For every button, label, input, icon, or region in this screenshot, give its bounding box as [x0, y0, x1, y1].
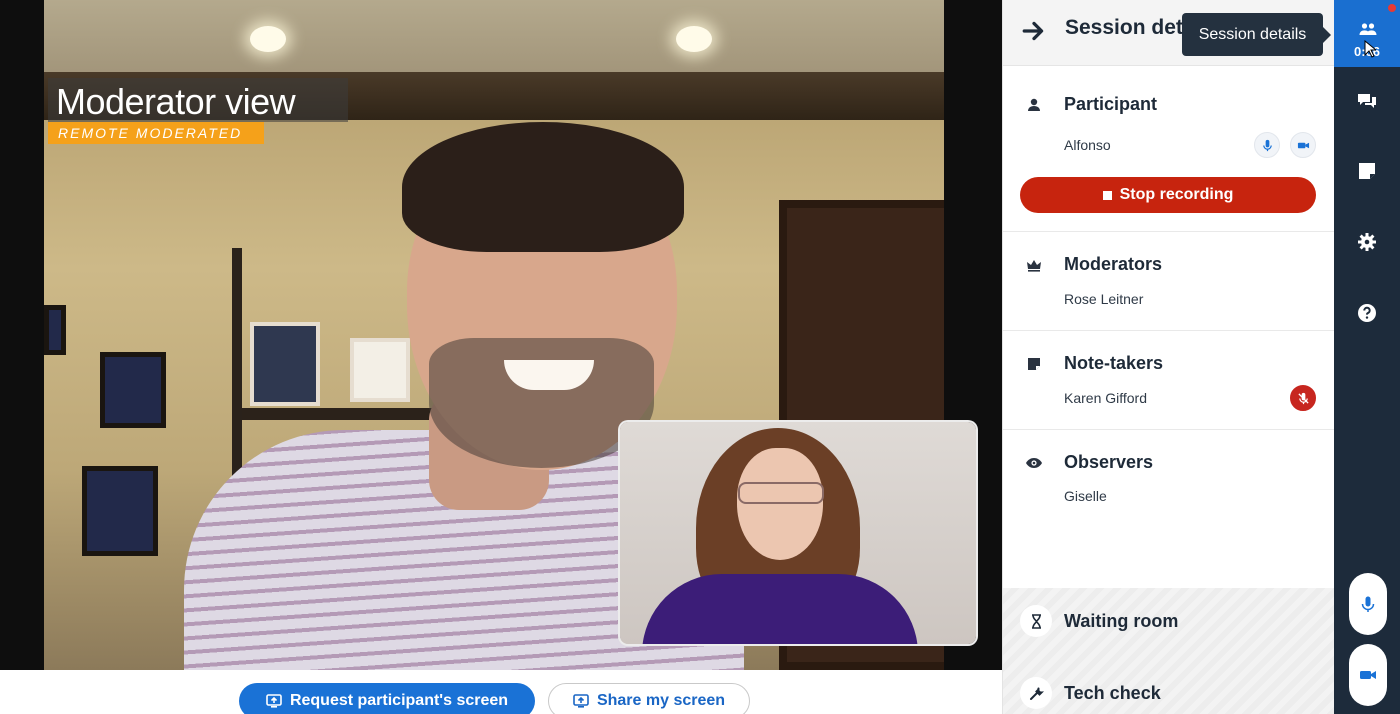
- screen-share-icon: [573, 694, 589, 708]
- pip-glasses: [738, 482, 824, 504]
- pip-face: [737, 448, 823, 560]
- tech-check-item[interactable]: Tech check: [1003, 667, 1335, 714]
- camera-toggle-button[interactable]: [1349, 644, 1387, 706]
- panel-secondary-links: Waiting room Tech check: [1003, 588, 1335, 714]
- note-icon: [1028, 358, 1040, 370]
- note-taker-mic-muted-button[interactable]: [1290, 385, 1316, 411]
- participant-title: Participant: [1064, 94, 1158, 114]
- wall-plaque: [44, 305, 66, 355]
- arrow-right-icon[interactable]: [1021, 18, 1047, 44]
- note-takers-title: Note-takers: [1064, 353, 1164, 373]
- observer-name: Giselle: [1064, 488, 1107, 504]
- participant-section: Participant Alfonso Stop recording: [1003, 66, 1335, 232]
- ceiling-light: [250, 26, 286, 52]
- waiting-room-label: Waiting room: [1064, 611, 1179, 631]
- session-details-tooltip: Session details: [1182, 13, 1331, 56]
- participant-hair: [402, 122, 684, 252]
- panel-title: Session det: [1065, 16, 1183, 39]
- video-ceiling: [44, 0, 944, 75]
- recording-indicator: [1388, 4, 1396, 12]
- session-details-panel: Session det Participant Alfonso Stop rec…: [1002, 0, 1335, 714]
- pip-body: [642, 574, 918, 644]
- microphone-icon: [1262, 139, 1272, 151]
- moderator-name: Rose Leitner: [1064, 291, 1144, 307]
- mouse-cursor-icon: [1364, 40, 1376, 58]
- microphone-toggle-button[interactable]: [1349, 573, 1387, 635]
- ceiling-light: [676, 26, 712, 52]
- tech-check-label: Tech check: [1064, 683, 1161, 703]
- request-participant-screen-button[interactable]: Request participant's screen: [239, 683, 535, 714]
- share-screen-label: Share my screen: [596, 692, 726, 709]
- stop-recording-label: Stop recording: [1119, 186, 1234, 203]
- crown-icon: [1027, 260, 1041, 272]
- observers-section: Observers Giselle: [1003, 430, 1335, 588]
- moderator-view-label: Moderator view: [48, 78, 348, 122]
- remote-moderated-badge: REMOTE MODERATED: [48, 122, 264, 144]
- screen-share-toolbar: Request participant's screen Share my sc…: [0, 670, 1002, 714]
- participant-name: Alfonso: [1064, 137, 1111, 153]
- moderators-title: Moderators: [1064, 254, 1163, 274]
- waiting-room-item[interactable]: Waiting room: [1003, 595, 1335, 647]
- camera-icon: [1360, 671, 1376, 679]
- gear-icon[interactable]: [1356, 231, 1378, 253]
- overlay-title-text: Moderator view: [56, 81, 296, 122]
- moderator-self-video[interactable]: [620, 422, 976, 644]
- right-nav-rail: 0:06: [1334, 0, 1400, 714]
- microphone-muted-icon: [1297, 392, 1309, 404]
- share-my-screen-button[interactable]: Share my screen: [548, 683, 750, 714]
- camera-icon: [1297, 142, 1309, 148]
- hourglass-icon: [1020, 605, 1052, 637]
- wall-plaque: [82, 466, 158, 556]
- microphone-icon: [1361, 596, 1375, 612]
- wrench-icon: [1020, 677, 1052, 709]
- chat-icon[interactable]: [1356, 90, 1378, 112]
- participant-camera-button[interactable]: [1290, 132, 1316, 158]
- participant-mic-button[interactable]: [1254, 132, 1280, 158]
- screen-share-icon: [266, 694, 282, 708]
- note-icon[interactable]: [1356, 160, 1378, 182]
- note-taker-name: Karen Gifford: [1064, 390, 1148, 406]
- help-icon[interactable]: [1356, 302, 1378, 324]
- wall-plaque: [100, 352, 166, 428]
- eye-icon: [1026, 458, 1042, 468]
- moderators-section: Moderators Rose Leitner: [1003, 232, 1335, 331]
- overlay-subtitle-text: REMOTE MODERATED: [58, 125, 243, 141]
- person-icon: [1028, 98, 1040, 111]
- moderator-session-app: Moderator view REMOTE MODERATED Request …: [0, 0, 1400, 714]
- request-screen-label: Request participant's screen: [289, 692, 509, 709]
- people-icon: [1359, 23, 1377, 35]
- stop-recording-button[interactable]: Stop recording: [1020, 177, 1316, 213]
- observers-title: Observers: [1064, 452, 1154, 472]
- note-takers-section: Note-takers Karen Gifford: [1003, 331, 1335, 430]
- stop-icon: [1102, 190, 1112, 200]
- video-stage: Moderator view REMOTE MODERATED: [0, 0, 1002, 670]
